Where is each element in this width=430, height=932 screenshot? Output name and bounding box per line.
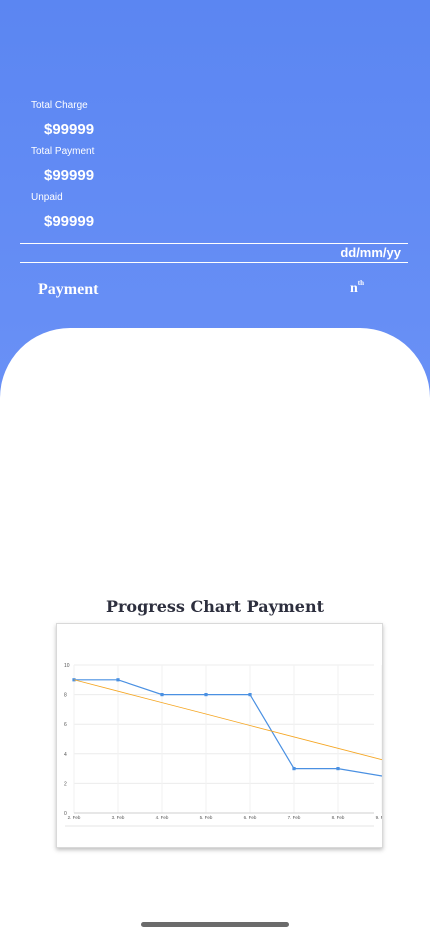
x-tick-label: 4. Feb <box>156 815 169 820</box>
total-charge-label: Total Charge <box>31 100 88 111</box>
trend-series-line <box>73 679 383 761</box>
payment-point <box>116 678 120 682</box>
y-tick-label: 2 <box>64 781 67 787</box>
chart-title: Progress Chart Payment <box>105 597 325 616</box>
progress-chart-card: 0 2 4 6 8 10 2. Feb 3. Feb 4. Feb 5. Feb 6. Feb 7. … <box>56 623 389 848</box>
home-indicator <box>141 922 289 927</box>
payment-point <box>292 767 296 771</box>
progress-line-chart: 0 2 4 6 8 10 2. Feb 3. Feb 4. Feb 5. Feb 6. Feb 7. … <box>64 663 389 827</box>
payment-ordinal-base: n <box>350 281 358 296</box>
y-tick-label: 8 <box>64 693 67 699</box>
x-tick-label: 3. Feb <box>112 815 125 820</box>
payment-point <box>160 693 164 697</box>
divider-top <box>20 243 408 244</box>
unpaid-label: Unpaid <box>31 192 63 203</box>
unpaid-value: $99999 <box>44 213 95 230</box>
payment-point <box>248 693 252 697</box>
x-tick-label: 9. Feb <box>376 815 382 820</box>
date-text: dd/mm/yy <box>340 245 401 260</box>
payment-ordinal: nth <box>350 279 365 297</box>
x-tick-label: 6. Feb <box>244 815 257 820</box>
total-payment-value: $99999 <box>44 167 95 184</box>
payment-label: Payment <box>38 281 99 298</box>
total-charge-value: $99999 <box>44 121 95 138</box>
payment-point <box>204 693 208 697</box>
y-tick-label: 0 <box>64 811 67 817</box>
payment-point <box>336 767 340 771</box>
y-tick-label: 4 <box>64 752 67 758</box>
total-payment-label: Total Payment <box>31 146 95 157</box>
x-tick-label: 2. Feb <box>68 815 81 820</box>
x-tick-label: 7. Feb <box>288 815 301 820</box>
divider-bottom <box>20 262 408 263</box>
y-tick-label: 6 <box>64 722 67 728</box>
x-tick-label: 8. Feb <box>332 815 345 820</box>
x-tick-label: 5. Feb <box>200 815 213 820</box>
y-tick-label: 10 <box>64 663 70 669</box>
payment-ordinal-suffix: th <box>357 279 365 287</box>
